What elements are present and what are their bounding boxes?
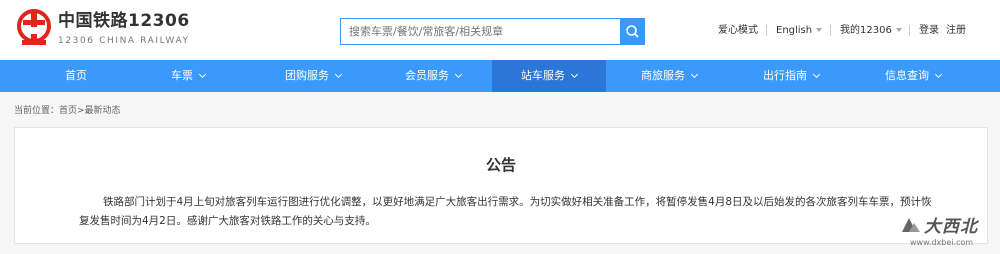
nav-station-services[interactable]: 站车服务 [492,60,606,92]
chevron-down-icon [454,70,463,79]
nav-business-travel[interactable]: 商旅服务 [614,60,724,92]
my12306-menu[interactable]: 我的12306 [840,24,902,38]
nav-label: 信息查询 [885,69,929,82]
nav-label: 首页 [65,69,87,82]
logo-subtitle: 12306 CHINA RAILWAY [58,36,190,46]
language-label: English [776,25,813,36]
nav-label: 团购服务 [285,69,329,82]
chevron-down-icon [334,70,343,79]
nav-label: 车票 [171,69,193,82]
search-box [340,18,645,45]
nav-tickets[interactable]: 车票 [140,60,236,92]
my12306-label: 我的12306 [840,25,892,36]
care-mode-link[interactable]: 爱心模式 [718,24,758,38]
nav-label: 商旅服务 [641,69,685,82]
nav-home[interactable]: 首页 [28,60,124,92]
breadcrumb: 当前位置：首页>最新动态 [14,106,121,116]
chevron-down-icon [570,70,579,79]
main-nav: 首页 车票 团购服务 会员服务 站车服务 商旅服务 出行指南 信息查询 [0,60,1000,92]
login-link[interactable]: 登录 [919,24,939,38]
watermark-url: www.dxbei.com [910,238,974,247]
language-select[interactable]: English [776,24,823,38]
search-button[interactable] [620,18,645,45]
nav-label: 出行指南 [763,69,807,82]
nav-info-query[interactable]: 信息查询 [858,60,968,92]
chevron-down-icon [816,28,823,32]
search-icon [626,25,639,38]
notice-title: 公告 [485,156,516,174]
nav-group-purchase[interactable]: 团购服务 [258,60,368,92]
notice-panel: 公告 铁路部门计划于4月上旬对旅客列车运行图进行优化调整，以更好地满足广大旅客出… [14,127,988,244]
nav-label: 站车服务 [521,69,565,82]
nav-member-services[interactable]: 会员服务 [378,60,488,92]
watermark: 大西北 www.dxbei.com [900,212,992,252]
logo-text[interactable]: 中国铁路12306 12306 CHINA RAILWAY [58,10,190,48]
logo-title: 中国铁路12306 [58,11,190,31]
register-link[interactable]: 注册 [946,24,966,38]
site-header: 中国铁路12306 12306 CHINA RAILWAY 爱心模式 Engli… [0,0,1000,60]
notice-body: 铁路部门计划于4月上旬对旅客列车运行图进行优化调整，以更好地满足广大旅客出行需求… [79,196,932,227]
chevron-down-icon [198,70,207,79]
chevron-down-icon [812,70,821,79]
divider [909,25,910,36]
mountain-logo-icon [902,218,920,232]
nav-travel-guide[interactable]: 出行指南 [736,60,846,92]
watermark-text: 大西北 [924,217,978,237]
divider [766,25,767,36]
china-railway-logo-icon[interactable] [14,8,54,48]
chevron-down-icon [690,70,699,79]
chevron-down-icon [895,28,902,32]
divider [830,25,831,36]
search-input[interactable] [341,19,621,44]
nav-label: 会员服务 [405,69,449,82]
chevron-down-icon [934,70,943,79]
